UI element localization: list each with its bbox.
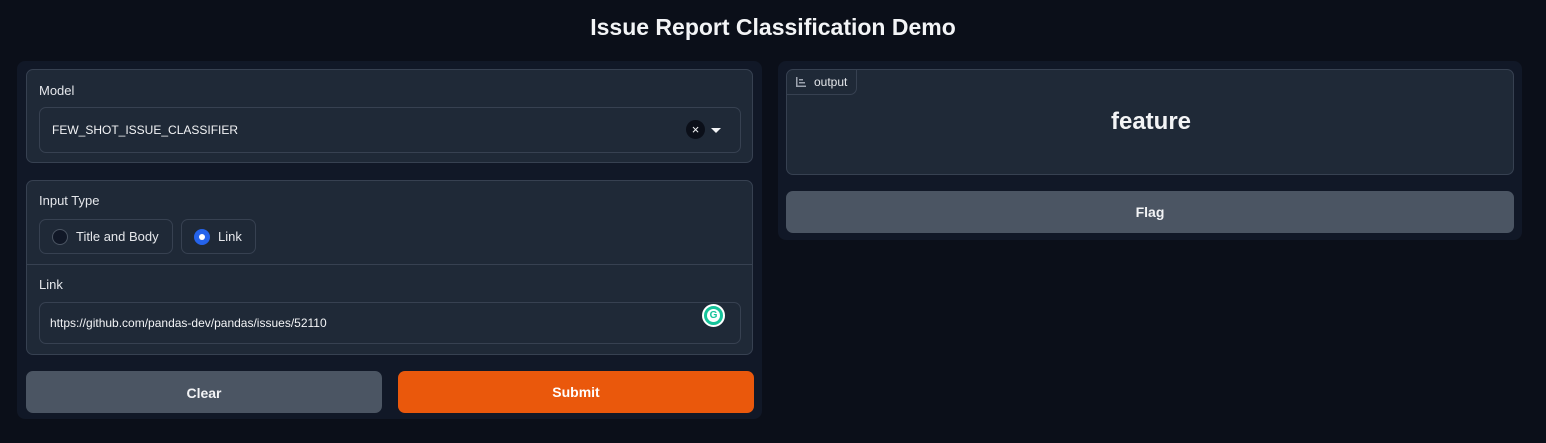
input-type-label: Input Type [39,193,100,208]
flag-button[interactable]: Flag [786,191,1514,233]
divider [27,264,752,265]
output-panel: output feature Flag [778,61,1522,240]
input-block: Input Type Title and Body Link Link http… [26,180,753,355]
model-block: Model FEW_SHOT_ISSUE_CLASSIFIER × [26,69,753,163]
link-input-value: https://github.com/pandas-dev/pandas/iss… [50,316,327,330]
output-block: output feature [786,69,1514,175]
radio-unchecked-icon[interactable] [52,229,68,245]
radio-checked-icon[interactable] [194,229,210,245]
radio-label: Link [218,229,242,244]
model-label: Model [39,83,75,98]
chevron-down-icon[interactable] [711,128,721,133]
model-dropdown[interactable]: FEW_SHOT_ISSUE_CLASSIFIER × [39,107,741,153]
input-panel: Model FEW_SHOT_ISSUE_CLASSIFIER × Input … [17,61,762,419]
clear-selection-icon[interactable]: × [686,120,705,139]
link-label: Link [39,277,63,292]
link-input[interactable]: https://github.com/pandas-dev/pandas/iss… [39,302,741,344]
radio-link[interactable]: Link [181,219,256,254]
label-icon [796,77,806,87]
radio-title-and-body[interactable]: Title and Body [39,219,173,254]
output-label-tag: output [787,70,857,95]
output-value: feature [1110,108,1192,135]
submit-button[interactable]: Submit [398,371,754,413]
output-label: output [814,75,848,89]
model-dropdown-value: FEW_SHOT_ISSUE_CLASSIFIER [52,123,239,137]
radio-label: Title and Body [76,229,159,244]
page-title: Issue Report Classification Demo [590,14,956,40]
clear-button[interactable]: Clear [26,371,382,413]
grammarly-icon[interactable]: G [702,304,725,327]
